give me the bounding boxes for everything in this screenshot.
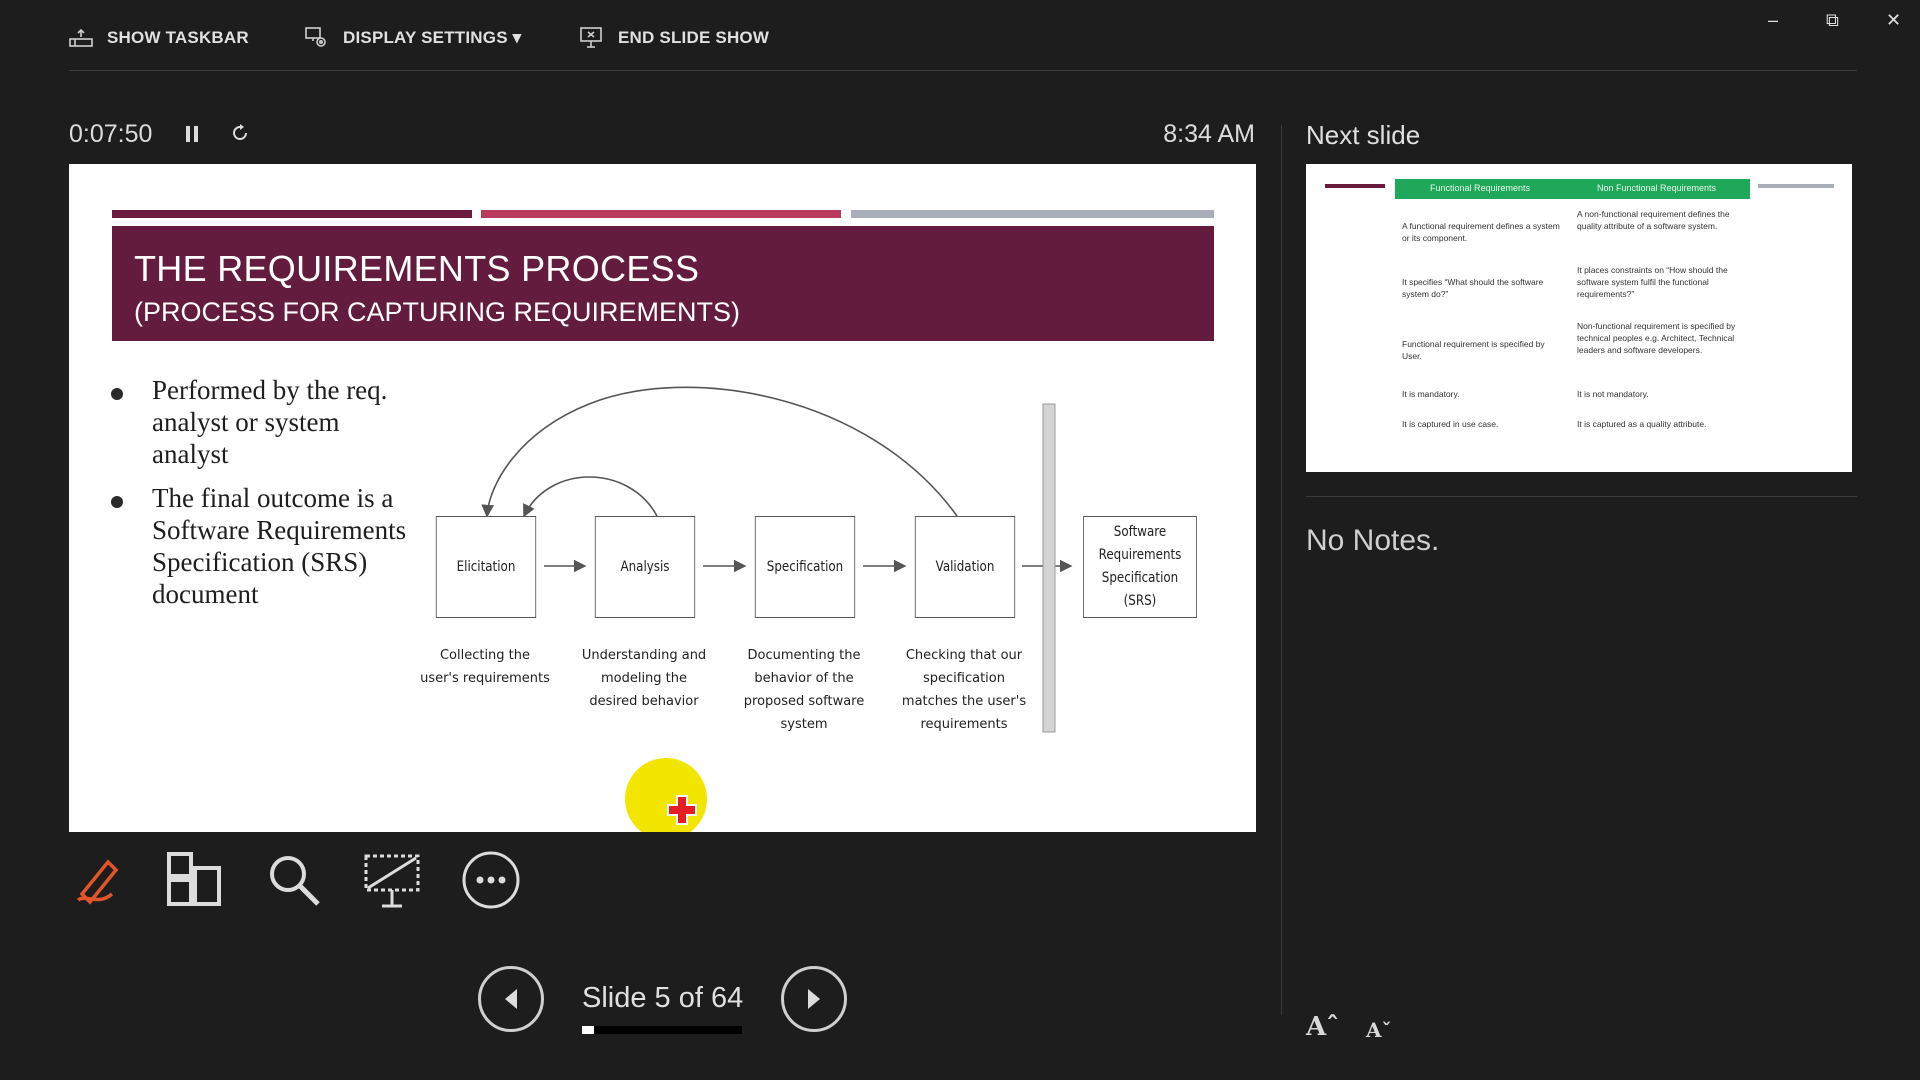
preview-cell: It is not mandatory. [1577, 389, 1649, 399]
slide-counter[interactable]: Slide 5 of 64 [582, 982, 743, 1015]
increase-font-button[interactable]: Aˆ [1306, 1012, 1339, 1042]
elapsed-timer: 0:07:50 [69, 120, 250, 150]
elapsed-time: 0:07:50 [69, 120, 153, 148]
display-settings-icon [305, 27, 326, 47]
show-taskbar-button[interactable]: SHOW TASKBAR [69, 22, 249, 54]
next-slide-header: Next slide [1306, 120, 1421, 150]
preview-cell: Non-functional requirement is specified … [1577, 321, 1736, 355]
preview-cell: It specifies “What should the software s… [1402, 277, 1544, 299]
next-slide-preview[interactable]: Functional Requirements Non Functional R… [1306, 164, 1852, 472]
end-slide-show-button[interactable]: END SLIDE SHOW [580, 22, 769, 54]
see-all-slides-icon [167, 852, 221, 906]
preview-accent-bar [1325, 184, 1385, 188]
preview-cell: Functional requirement is specified by U… [1402, 339, 1545, 361]
speaker-notes: No Notes. [1306, 524, 1440, 557]
preview-cell: A functional requirement defines a syste… [1402, 221, 1560, 243]
show-taskbar-label: SHOW TASKBAR [107, 28, 249, 47]
preview-cell: It is captured in use case. [1402, 419, 1499, 429]
end-show-icon [580, 27, 602, 48]
minimize-button[interactable]: – [1768, 10, 1778, 31]
step-description: Collecting the user's requirements [420, 648, 550, 686]
preview-cell: It is mandatory. [1402, 389, 1460, 399]
next-slide-button[interactable] [781, 966, 847, 1032]
top-divider [69, 70, 1857, 71]
step-validation: Validation [914, 516, 1016, 618]
decrease-font-button[interactable]: Aˇ [1366, 1018, 1392, 1042]
preview-table-header: Functional Requirements Non Functional R… [1395, 179, 1750, 199]
taskbar-icon [69, 28, 93, 47]
step-elicitation: Elicitation [435, 516, 537, 618]
black-screen-icon [364, 854, 420, 908]
close-button[interactable]: ✕ [1886, 10, 1901, 31]
display-settings-button[interactable]: DISPLAY SETTINGS ▾ [305, 22, 521, 54]
black-screen-button[interactable] [360, 848, 424, 912]
step-description: Checking that our specification matches … [901, 648, 1027, 732]
zoom-button[interactable] [262, 848, 326, 912]
current-time: 8:34 AM [1163, 120, 1255, 148]
panel-divider [1281, 125, 1282, 1015]
pause-timer-button[interactable] [185, 121, 199, 150]
preview-cell: It is captured as a quality attribute. [1577, 419, 1707, 429]
step-specification: Specification [754, 516, 856, 618]
step-description: Understanding and modeling the desired b… [581, 648, 707, 709]
end-slide-show-label: END SLIDE SHOW [618, 28, 770, 47]
restore-button[interactable]: ⧉ [1826, 10, 1839, 31]
slide-progress-bar [582, 1026, 742, 1034]
output-srs: Software Requirements Specification (SRS… [1083, 516, 1197, 618]
pen-tool-button[interactable] [66, 848, 130, 912]
process-diagram-arrows [481, 386, 1073, 733]
next-icon [808, 989, 820, 1009]
display-settings-label: DISPLAY SETTINGS ▾ [343, 28, 522, 47]
restart-icon [233, 123, 248, 140]
pause-icon [186, 125, 199, 142]
step-description: Documenting the behavior of the proposed… [743, 648, 865, 732]
see-all-slides-button[interactable] [163, 848, 227, 912]
notes-divider [1306, 496, 1857, 497]
more-options-button[interactable] [459, 848, 523, 912]
preview-header-nonfunctional: Non Functional Requirements [1597, 183, 1717, 193]
slide-progress-fill [582, 1026, 595, 1034]
laser-pointer-icon [667, 795, 697, 825]
pen-tool-icon [76, 859, 119, 905]
previous-slide-button[interactable] [478, 966, 544, 1032]
more-options-icon [462, 851, 520, 909]
zoom-icon [270, 856, 320, 906]
previous-icon [505, 989, 517, 1009]
preview-cell: A non-functional requirement defines the… [1577, 209, 1730, 231]
preview-cell: It places constraints on “How should the… [1577, 265, 1728, 299]
preview-header-functional: Functional Requirements [1430, 183, 1531, 193]
step-analysis: Analysis [594, 516, 696, 618]
preview-accent-bar [1758, 184, 1834, 188]
current-slide[interactable]: THE REQUIREMENTS PROCESS (PROCESS FOR CA… [69, 164, 1256, 832]
restart-timer-button[interactable] [230, 121, 250, 150]
